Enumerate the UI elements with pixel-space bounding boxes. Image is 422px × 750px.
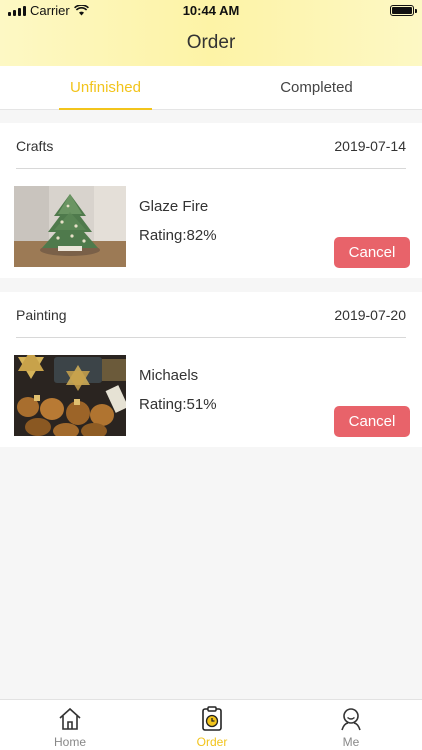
order-card-header: Crafts 2019-07-14 bbox=[16, 123, 406, 169]
cancel-button[interactable]: Cancel bbox=[334, 237, 410, 268]
order-card-header: Painting 2019-07-20 bbox=[16, 292, 406, 338]
order-category: Painting bbox=[16, 307, 67, 323]
header-bar: Carrier 10:44 AM Order bbox=[0, 0, 422, 66]
tabbar-order-label: Order bbox=[196, 735, 228, 749]
tab-unfinished-label: Unfinished bbox=[70, 79, 141, 96]
tabbar-home-label: Home bbox=[53, 735, 86, 749]
product-thumbnail[interactable] bbox=[14, 186, 126, 267]
tab-unfinished[interactable]: Unfinished bbox=[59, 66, 152, 110]
status-bar: Carrier 10:44 AM bbox=[0, 0, 422, 22]
home-icon bbox=[59, 707, 81, 730]
tab-completed[interactable]: Completed bbox=[270, 66, 363, 110]
tabbar-me-label: Me bbox=[342, 735, 360, 749]
product-name: Michaels bbox=[139, 367, 199, 384]
order-date: 2019-07-14 bbox=[334, 138, 406, 154]
tab-active-indicator bbox=[59, 108, 152, 110]
product-rating: Rating:82% bbox=[139, 227, 217, 244]
order-card: Painting 2019-07-20 Michaels Rating:51% … bbox=[0, 292, 422, 447]
tabbar-me[interactable]: Me bbox=[321, 700, 381, 750]
tab-completed-label: Completed bbox=[280, 79, 353, 96]
order-icon bbox=[202, 706, 222, 731]
product-rating: Rating:51% bbox=[139, 396, 217, 413]
tabbar-order[interactable]: Order bbox=[182, 700, 242, 750]
order-card: Crafts 2019-07-14 Glaze Fire Rating:82% … bbox=[0, 123, 422, 278]
bottom-tab-bar: Home Order Me bbox=[0, 699, 422, 750]
clock: 10:44 AM bbox=[182, 3, 240, 18]
page-title: Order bbox=[186, 32, 236, 53]
user-icon bbox=[341, 708, 361, 731]
product-thumbnail[interactable] bbox=[14, 355, 126, 436]
battery-icon bbox=[390, 5, 417, 16]
order-date: 2019-07-20 bbox=[334, 307, 406, 323]
cancel-button[interactable]: Cancel bbox=[334, 406, 410, 437]
order-tabs: Unfinished Completed bbox=[0, 66, 422, 110]
product-name: Glaze Fire bbox=[139, 198, 209, 215]
order-category: Crafts bbox=[16, 138, 54, 154]
tabbar-home[interactable]: Home bbox=[40, 700, 100, 750]
